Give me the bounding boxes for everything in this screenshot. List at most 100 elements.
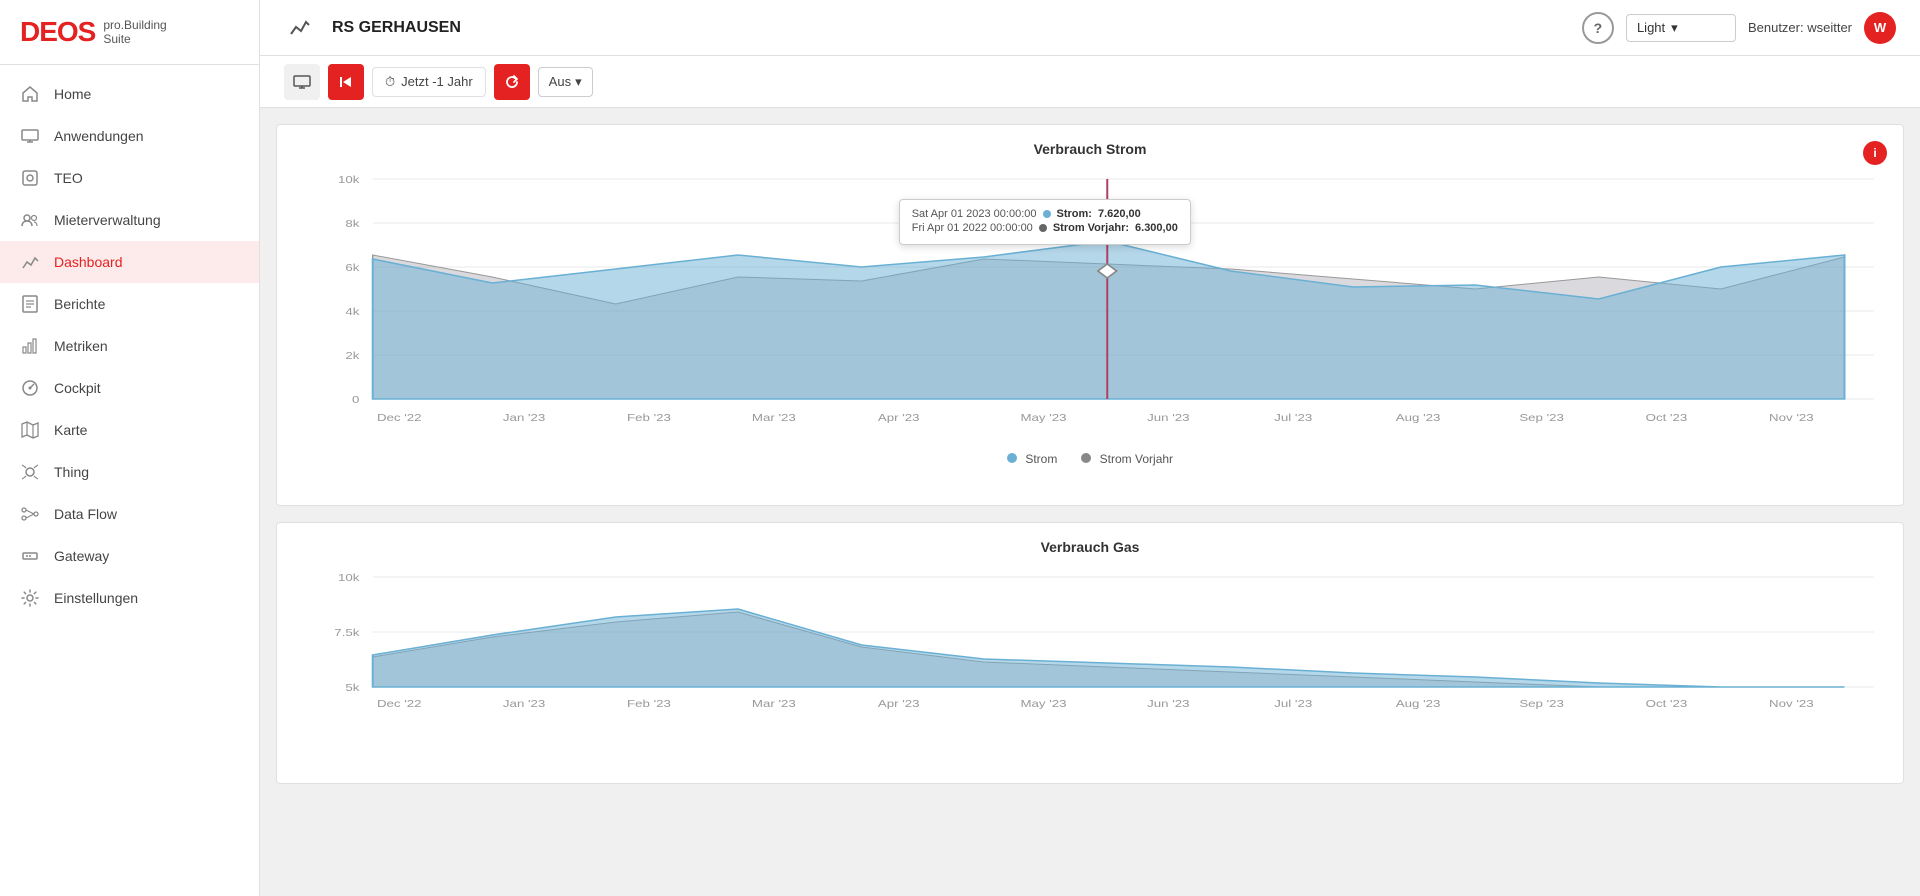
sidebar-item-thing[interactable]: Thing [0, 451, 259, 493]
avatar: W [1864, 12, 1896, 44]
svg-text:Jan '23: Jan '23 [503, 698, 546, 709]
svg-text:May '23: May '23 [1020, 412, 1067, 423]
svg-text:Sep '23: Sep '23 [1519, 698, 1564, 709]
svg-text:Feb '23: Feb '23 [627, 412, 671, 423]
aus-arrow: ▾ [575, 74, 582, 90]
legend-strom-vorjahr: Strom Vorjahr [1081, 452, 1173, 466]
sidebar-item-anwendungen[interactable]: Anwendungen [0, 115, 259, 157]
gateway-icon [20, 546, 40, 566]
sidebar-item-label-teo: TEO [54, 170, 83, 186]
sidebar-item-label-anwendungen: Anwendungen [54, 128, 144, 144]
sidebar-item-label-dataflow: Data Flow [54, 506, 117, 522]
svg-text:Apr '23: Apr '23 [878, 412, 920, 423]
cockpit-icon [20, 378, 40, 398]
monitor-button[interactable] [284, 64, 320, 100]
svg-text:Nov '23: Nov '23 [1769, 698, 1814, 709]
sidebar-item-einstellungen[interactable]: Einstellungen [0, 577, 259, 619]
svg-text:6k: 6k [345, 262, 359, 273]
strom-info-button[interactable]: i [1863, 141, 1887, 165]
aus-dropdown[interactable]: Aus ▾ [538, 67, 593, 97]
svg-text:Jul '23: Jul '23 [1274, 412, 1312, 423]
gas-svg: 10k 7.5k 5k Dec '22 Jan '23 Feb '23 Mar … [293, 567, 1887, 747]
sidebar-item-mieterverwaltung[interactable]: Mieterverwaltung [0, 199, 259, 241]
aus-label: Aus [549, 74, 571, 89]
logo-brand: DEOS [20, 16, 95, 48]
content-area: Verbrauch Strom i Sat Apr 01 2023 00:00:… [260, 108, 1920, 896]
svg-text:10k: 10k [338, 572, 360, 583]
sidebar-item-berichte[interactable]: Berichte [0, 283, 259, 325]
sidebar-item-metriken[interactable]: Metriken [0, 325, 259, 367]
legend-strom: Strom [1007, 452, 1057, 466]
sidebar-item-dataflow[interactable]: Data Flow [0, 493, 259, 535]
svg-text:May '23: May '23 [1020, 698, 1067, 709]
svg-text:Jun '23: Jun '23 [1147, 698, 1190, 709]
help-button[interactable]: ? [1582, 12, 1614, 44]
svg-text:Oct '23: Oct '23 [1646, 412, 1688, 423]
svg-text:4k: 4k [345, 306, 359, 317]
svg-text:Aug '23: Aug '23 [1396, 698, 1441, 709]
svg-text:Dec '22: Dec '22 [377, 412, 422, 423]
svg-text:Apr '23: Apr '23 [878, 698, 920, 709]
home-icon [20, 84, 40, 104]
topbar-chart-icon [284, 12, 316, 44]
topbar: RS GERHAUSEN ? Light ▾ Benutzer: wseitte… [260, 0, 1920, 56]
reports-icon [20, 294, 40, 314]
logo: DEOS pro.Building Suite [0, 0, 259, 65]
users-icon [20, 210, 40, 230]
sidebar-item-dashboard[interactable]: Dashboard [0, 241, 259, 283]
gas-chart-title: Verbrauch Gas [293, 539, 1887, 555]
svg-text:Sep '23: Sep '23 [1519, 412, 1564, 423]
svg-text:8k: 8k [345, 218, 359, 229]
strom-legend: Strom Strom Vorjahr [293, 452, 1887, 466]
svg-text:2k: 2k [345, 350, 359, 361]
svg-text:Jan '23: Jan '23 [503, 412, 546, 423]
svg-text:5k: 5k [345, 682, 359, 693]
map-icon [20, 420, 40, 440]
logo-subtitle: pro.Building Suite [103, 18, 166, 47]
gas-chart-card: Verbrauch Gas 10k 7.5k 5k Dec [276, 522, 1904, 784]
sidebar-item-label-gateway: Gateway [54, 548, 109, 564]
nav-menu: Home Anwendungen TEO Mieterverwaltung Da… [0, 65, 259, 896]
strom-chart-card: Verbrauch Strom i Sat Apr 01 2023 00:00:… [276, 124, 1904, 506]
topbar-actions: ? Light ▾ Benutzer: wseitter W [1582, 12, 1896, 44]
theme-selector[interactable]: Light ▾ [1626, 14, 1736, 42]
sidebar-item-home[interactable]: Home [0, 73, 259, 115]
sidebar-item-label-mieterverwaltung: Mieterverwaltung [54, 212, 161, 228]
sidebar-item-label-dashboard: Dashboard [54, 254, 123, 270]
svg-text:Nov '23: Nov '23 [1769, 412, 1814, 423]
back-button[interactable] [328, 64, 364, 100]
svg-text:Jun '23: Jun '23 [1147, 412, 1190, 423]
sidebar-item-label-metriken: Metriken [54, 338, 108, 354]
user-label: Benutzer: wseitter [1748, 20, 1852, 35]
svg-text:7.5k: 7.5k [334, 627, 359, 638]
sidebar-item-cockpit[interactable]: Cockpit [0, 367, 259, 409]
time-display: ⏱ Jetzt -1 Jahr [372, 67, 486, 97]
sidebar-item-teo[interactable]: TEO [0, 157, 259, 199]
svg-text:Feb '23: Feb '23 [627, 698, 671, 709]
teo-icon [20, 168, 40, 188]
gas-chart-area: 10k 7.5k 5k Dec '22 Jan '23 Feb '23 Mar … [293, 567, 1887, 767]
sidebar-item-label-einstellungen: Einstellungen [54, 590, 138, 606]
toolbar: ⏱ Jetzt -1 Jahr Aus ▾ [260, 56, 1920, 108]
sidebar-item-label-karte: Karte [54, 422, 87, 438]
chart-icon [20, 252, 40, 272]
sidebar-item-label-cockpit: Cockpit [54, 380, 101, 396]
refresh-button[interactable] [494, 64, 530, 100]
svg-text:Dec '22: Dec '22 [377, 698, 422, 709]
sidebar-item-label-home: Home [54, 86, 91, 102]
metrics-icon [20, 336, 40, 356]
sidebar-item-label-thing: Thing [54, 464, 89, 480]
monitor-icon [20, 126, 40, 146]
sidebar-item-gateway[interactable]: Gateway [0, 535, 259, 577]
settings-icon [20, 588, 40, 608]
theme-arrow: ▾ [1671, 20, 1678, 36]
theme-label: Light [1637, 20, 1665, 35]
svg-text:10k: 10k [338, 174, 360, 185]
strom-svg: 10k 8k 6k 4k 2k 0 Dec '22 J [293, 169, 1887, 439]
svg-text:Mar '23: Mar '23 [752, 412, 796, 423]
time-label: Jetzt -1 Jahr [401, 74, 473, 89]
sidebar-item-karte[interactable]: Karte [0, 409, 259, 451]
sidebar-item-label-berichte: Berichte [54, 296, 105, 312]
svg-text:Oct '23: Oct '23 [1646, 698, 1688, 709]
time-icon: ⏱ [385, 74, 395, 90]
